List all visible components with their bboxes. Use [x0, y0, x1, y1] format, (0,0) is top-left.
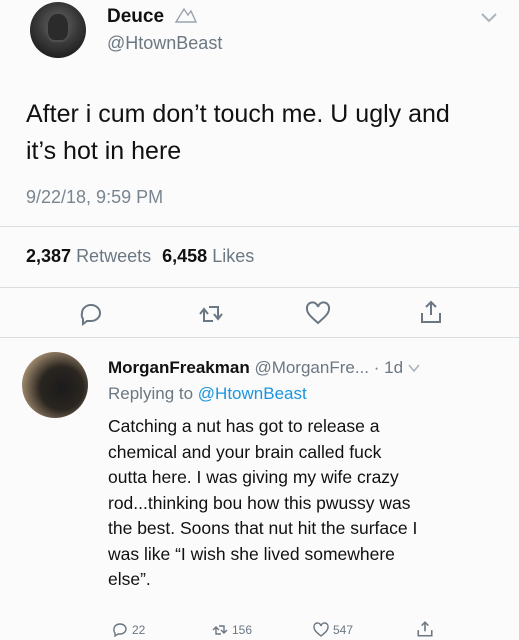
reply-text-line: outta here. I was giving my wife crazy: [108, 467, 399, 487]
tweet-text: After i cum don’t touch me. U ugly and i…: [26, 96, 506, 170]
divider: [0, 287, 519, 288]
reply-age: · 1d: [373, 358, 404, 377]
share-icon[interactable]: [416, 620, 434, 638]
tweet-text-line: After i cum don’t touch me. U ugly and: [26, 100, 450, 128]
retweet-icon: [212, 625, 228, 635]
reply-author-avatar[interactable]: [22, 352, 88, 418]
like-icon: [313, 622, 329, 637]
replying-to: Replying to @HtownBeast: [108, 384, 307, 404]
tweet-stats: 2,387 Retweets 6,458 Likes: [26, 246, 254, 267]
author-handle[interactable]: @HtownBeast: [107, 33, 222, 54]
reply-count: 22: [132, 623, 146, 637]
replying-prefix: Replying to: [108, 384, 194, 403]
tweet-timestamp[interactable]: 9/22/18, 9:59 PM: [26, 187, 163, 208]
chevron-down-icon[interactable]: [408, 364, 420, 373]
likes-label[interactable]: Likes: [212, 246, 254, 266]
chevron-down-icon[interactable]: [480, 12, 498, 24]
share-icon[interactable]: [418, 299, 444, 325]
retweets-count[interactable]: 2,387: [26, 246, 71, 266]
reply-text-line: was like “I wish she lived somewhere: [108, 543, 395, 564]
retweet-icon[interactable]: [198, 301, 224, 327]
like-icon[interactable]: [305, 301, 331, 327]
author-name[interactable]: Deuce: [107, 6, 164, 28]
reply-text: Catching a nut has got to release a chem…: [108, 414, 506, 593]
reply-author-name[interactable]: MorganFreakman: [108, 358, 250, 377]
reply-text-line: Catching a nut has got to release a: [108, 416, 380, 436]
reply-header: MorganFreakman @MorganFre... · 1d: [108, 358, 420, 378]
retweets-label[interactable]: Retweets: [76, 246, 151, 266]
reply-text-line: rod...thinking bou how this pwussy was: [108, 492, 411, 513]
reply-text-line: else”.: [108, 569, 151, 589]
replying-handle-link[interactable]: @HtownBeast: [198, 384, 307, 403]
reply-reply-action[interactable]: 22: [112, 622, 145, 638]
divider: [0, 226, 519, 227]
reply-author-handle[interactable]: @MorganFre...: [254, 358, 369, 377]
reply-text-line: the best. Soons that nut hit the surface…: [108, 518, 418, 538]
reply-like-count: 547: [333, 623, 354, 637]
reply-text-line: chemical and your brain called fuck: [108, 441, 382, 462]
reply-icon: [113, 623, 127, 638]
divider: [0, 337, 519, 338]
reply-retweet-count: 156: [232, 623, 253, 637]
reply-icon[interactable]: [78, 301, 104, 327]
mountain-icon: [175, 7, 197, 23]
reply-like-action[interactable]: 547: [313, 622, 353, 638]
reply-retweet-action[interactable]: 156: [212, 622, 252, 638]
likes-count[interactable]: 6,458: [162, 246, 207, 266]
author-avatar[interactable]: [30, 2, 86, 58]
tweet-text-line: it’s hot in here: [26, 137, 182, 165]
